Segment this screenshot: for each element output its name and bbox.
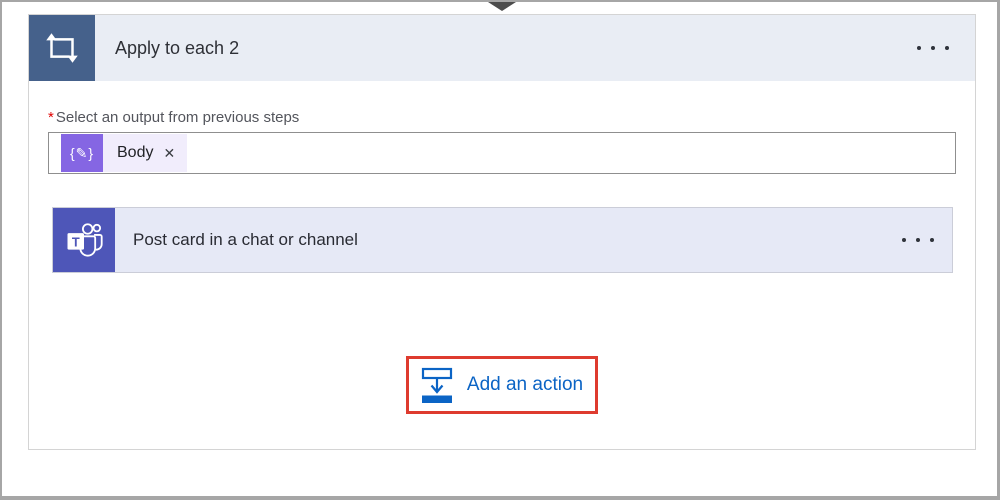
output-field-label: *Select an output from previous steps (48, 109, 955, 126)
token-remove-icon[interactable]: ✕ (159, 145, 187, 162)
action-card-title: Post card in a chat or channel (133, 230, 358, 250)
action-menu-ellipsis-icon[interactable] (890, 228, 946, 252)
microsoft-teams-icon: T (53, 208, 115, 272)
output-token-input[interactable]: {✎} Body ✕ (48, 132, 956, 174)
add-action-button[interactable]: Add an action (420, 367, 583, 404)
red-annotation-box: Add an action (406, 356, 598, 414)
required-marker: * (48, 109, 54, 126)
flow-designer-canvas: Apply to each 2 *Select an output from p… (0, 0, 1000, 500)
apply-to-each-loop-icon (29, 15, 95, 81)
add-action-icon (420, 367, 454, 404)
scope-menu-ellipsis-icon[interactable] (905, 36, 961, 60)
dynamic-content-icon: {✎} (61, 134, 103, 172)
apply-to-each-scope-card: Apply to each 2 *Select an output from p… (28, 14, 976, 450)
scope-title: Apply to each 2 (115, 38, 239, 59)
add-action-label: Add an action (467, 374, 583, 396)
scope-body: *Select an output from previous steps {✎… (29, 81, 975, 414)
token-name: Body (103, 144, 159, 162)
dynamic-content-token: {✎} Body ✕ (61, 134, 187, 172)
connector-chevron-down-icon (488, 2, 516, 11)
output-field-label-text: Select an output from previous steps (56, 109, 299, 126)
svg-text:T: T (72, 234, 80, 249)
add-action-row: Add an action (48, 356, 955, 414)
scope-header[interactable]: Apply to each 2 (29, 15, 975, 81)
teams-action-card[interactable]: T Post card in a chat or channel (52, 207, 953, 273)
